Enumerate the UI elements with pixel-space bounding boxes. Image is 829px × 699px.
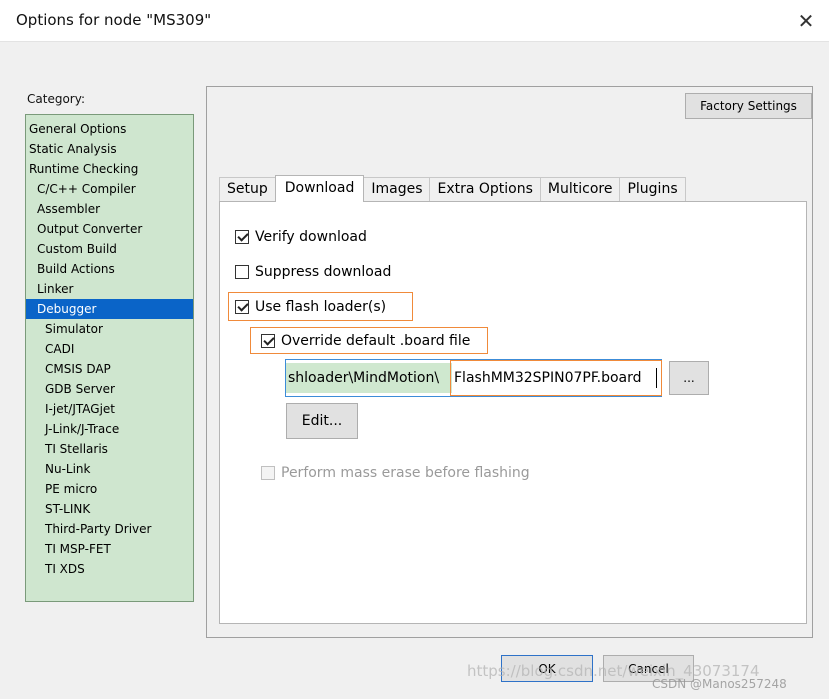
suppress-download-checkbox[interactable]: [235, 265, 249, 279]
watermark-credit: CSDN @Manos257248: [652, 677, 787, 691]
tab-extra-options[interactable]: Extra Options: [429, 177, 541, 202]
category-item-build-actions[interactable]: Build Actions: [26, 259, 193, 279]
tab-images[interactable]: Images: [363, 177, 431, 202]
category-item-general-options[interactable]: General Options: [26, 119, 193, 139]
close-icon[interactable]: ✕: [783, 0, 829, 42]
mass-erase-checkbox: [261, 466, 275, 480]
category-item-i-jet-jtagjet[interactable]: I-jet/JTAGjet: [26, 399, 193, 419]
use-flash-loader-checkbox[interactable]: [235, 300, 249, 314]
edit-button[interactable]: Edit...: [286, 403, 358, 439]
category-item-nu-link[interactable]: Nu-Link: [26, 459, 193, 479]
category-item-ti-xds[interactable]: TI XDS: [26, 559, 193, 579]
suppress-download-option[interactable]: Suppress download: [235, 264, 391, 280]
category-item-gdb-server[interactable]: GDB Server: [26, 379, 193, 399]
factory-settings-button[interactable]: Factory Settings: [685, 93, 812, 119]
suppress-download-label: Suppress download: [255, 264, 392, 280]
tab-setup[interactable]: Setup: [219, 177, 276, 202]
tab-multicore[interactable]: Multicore: [539, 177, 621, 202]
category-item-j-link-j-trace[interactable]: J-Link/J-Trace: [26, 419, 193, 439]
verify-download-checkbox[interactable]: [235, 230, 249, 244]
category-item-linker[interactable]: Linker: [26, 279, 193, 299]
category-list[interactable]: General Options Static Analysis Runtime Ch…: [25, 114, 194, 602]
category-item-pe-micro[interactable]: PE micro: [26, 479, 193, 499]
category-item-ti-stellaris[interactable]: TI Stellaris: [26, 439, 193, 459]
category-item-cmsis-dap[interactable]: CMSIS DAP: [26, 359, 193, 379]
browse-button[interactable]: ...: [669, 361, 709, 395]
category-item-st-link[interactable]: ST-LINK: [26, 499, 193, 519]
window-title: Options for node "MS309": [16, 11, 212, 29]
category-item-cadi[interactable]: CADI: [26, 339, 193, 359]
category-item-ti-msp-fet[interactable]: TI MSP-FET: [26, 539, 193, 559]
category-item-runtime-checking[interactable]: Runtime Checking: [26, 159, 193, 179]
category-item-output-converter[interactable]: Output Converter: [26, 219, 193, 239]
override-board-checkbox[interactable]: [261, 334, 275, 348]
override-board-option[interactable]: Override default .board file: [261, 333, 470, 349]
override-board-label: Override default .board file: [281, 333, 471, 349]
board-filename-highlight: [450, 360, 662, 396]
mass-erase-label: Perform mass erase before flashing: [281, 465, 530, 481]
board-path-selected-text: shloader\MindMotion\: [286, 363, 452, 393]
category-item-debugger[interactable]: Debugger: [26, 299, 193, 319]
mass-erase-option: Perform mass erase before flashing: [261, 465, 530, 481]
category-item-c-c-compiler[interactable]: C/C++ Compiler: [26, 179, 193, 199]
category-item-third-party-driver[interactable]: Third-Party Driver: [26, 519, 193, 539]
tab-download[interactable]: Download: [274, 175, 365, 202]
verify-download-option[interactable]: Verify download: [235, 229, 367, 245]
use-flash-loader-option[interactable]: Use flash loader(s): [235, 299, 386, 315]
use-flash-loader-label: Use flash loader(s): [255, 299, 387, 315]
category-item-static-analysis[interactable]: Static Analysis: [26, 139, 193, 159]
category-item-assembler[interactable]: Assembler: [26, 199, 193, 219]
category-item-simulator[interactable]: Simulator: [26, 319, 193, 339]
tab-bar: Setup Download Images Extra Options Multicor…: [219, 175, 686, 202]
category-label: Category:: [27, 92, 85, 106]
verify-download-label: Verify download: [255, 229, 367, 245]
tab-plugins[interactable]: Plugins: [619, 177, 686, 202]
title-bar: Options for node "MS309" ✕: [0, 0, 829, 42]
category-item-custom-build[interactable]: Custom Build: [26, 239, 193, 259]
